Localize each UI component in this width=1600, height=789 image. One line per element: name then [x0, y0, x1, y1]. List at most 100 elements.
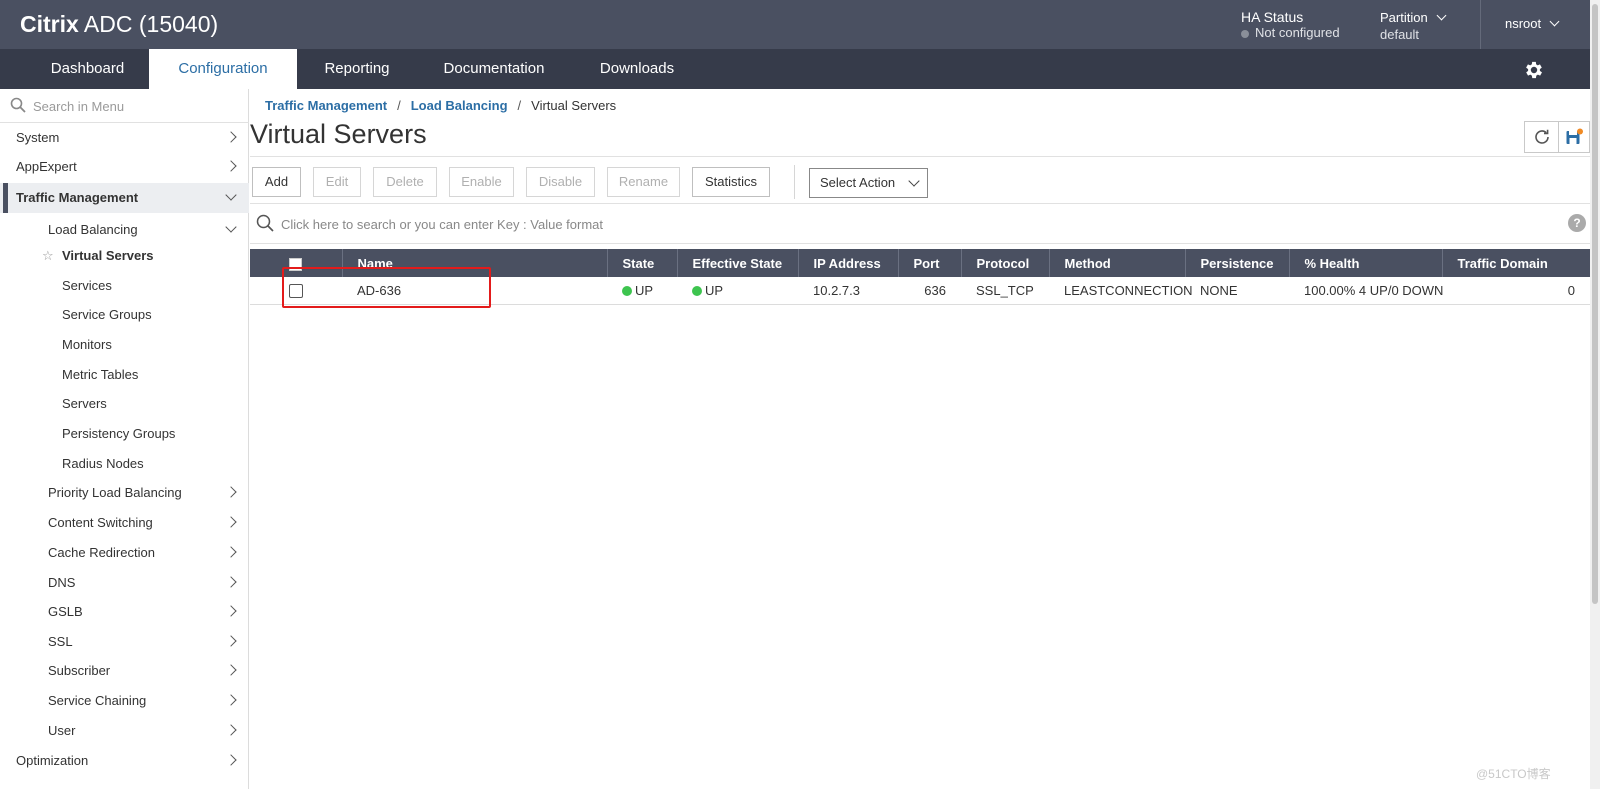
sidebar-item-appexpert[interactable]: AppExpert — [0, 152, 249, 182]
column-header-health[interactable]: % Health — [1289, 249, 1443, 277]
status-up-icon — [692, 285, 702, 296]
chevron-right-icon — [225, 516, 237, 528]
sidebar-item-persistency-groups[interactable]: Persistency Groups — [0, 419, 249, 449]
cell-effective-state: UP — [677, 277, 798, 305]
edit-button[interactable]: Edit — [313, 167, 361, 197]
sidebar-item-subscriber[interactable]: Subscriber — [0, 656, 249, 686]
sidebar-item-service-groups[interactable]: Service Groups — [0, 300, 249, 330]
cell-port: 636 — [898, 277, 961, 305]
chevron-down-icon — [225, 189, 237, 201]
cell-state: UP — [607, 277, 677, 305]
tab-downloads[interactable]: Downloads — [571, 49, 703, 89]
app-title: Citrix ADC (15040) — [20, 11, 219, 37]
sidebar-item-radius-nodes[interactable]: Radius Nodes — [0, 449, 249, 479]
virtual-servers-table: Name State Effective State IP Address Po… — [250, 249, 1590, 305]
scrollbar-thumb[interactable] — [1592, 4, 1598, 604]
chevron-right-icon — [225, 131, 237, 143]
sidebar-item-system[interactable]: System — [0, 123, 249, 153]
chevron-right-icon — [225, 605, 237, 617]
delete-button[interactable]: Delete — [373, 167, 437, 197]
column-header-ip-address[interactable]: IP Address — [798, 249, 899, 277]
select-all-checkbox[interactable] — [289, 257, 303, 271]
sidebar-item-service-chaining[interactable]: Service Chaining — [0, 686, 249, 716]
disable-button[interactable]: Disable — [526, 167, 595, 197]
refresh-icon[interactable] — [1533, 128, 1551, 146]
select-action-dropdown[interactable]: Select Action — [809, 168, 928, 198]
sidebar-item-priority-load-balancing[interactable]: Priority Load Balancing — [0, 478, 249, 508]
help-icon[interactable]: ? — [1568, 214, 1586, 232]
sidebar-item-gslb[interactable]: GSLB — [0, 597, 249, 627]
search-icon — [256, 214, 274, 232]
sidebar-item-optimization[interactable]: Optimization — [0, 746, 249, 776]
status-up-icon — [622, 285, 632, 296]
chevron-right-icon — [225, 635, 237, 647]
tab-configuration[interactable]: Configuration — [149, 49, 297, 89]
user-name: nsroot — [1505, 16, 1542, 31]
sidebar-item-services[interactable]: Services — [0, 271, 249, 301]
ha-status: HA Status Not configured — [1241, 9, 1340, 41]
column-header-protocol[interactable]: Protocol — [961, 249, 1050, 277]
tab-documentation[interactable]: Documentation — [417, 49, 571, 89]
gear-icon[interactable] — [1523, 59, 1545, 81]
main-nav: Dashboard Configuration Reporting Docume… — [0, 49, 1590, 89]
sidebar-item-ssl[interactable]: SSL — [0, 627, 249, 657]
ha-status-value: Not configured — [1255, 25, 1340, 40]
chevron-right-icon — [225, 724, 237, 736]
sidebar-item-monitors[interactable]: Monitors — [0, 330, 249, 360]
cell-method: LEASTCONNECTION — [1049, 277, 1193, 305]
star-icon[interactable]: ☆ — [42, 248, 54, 264]
table-search-placeholder: Click here to search or you can enter Ke… — [281, 217, 604, 232]
breadcrumb: Traffic Management / Load Balancing / Virtua… — [265, 98, 617, 113]
statistics-button[interactable]: Statistics — [692, 167, 770, 197]
sidebar-item-cache-redirection[interactable]: Cache Redirection — [0, 538, 249, 568]
watermark: @51CTO博客 — [1476, 767, 1551, 781]
user-menu[interactable]: nsroot — [1505, 16, 1560, 31]
column-header-name[interactable]: Name — [342, 249, 608, 277]
column-header-method[interactable]: Method — [1049, 249, 1186, 277]
sidebar-item-content-switching[interactable]: Content Switching — [0, 508, 249, 538]
row-checkbox[interactable] — [289, 284, 303, 299]
chevron-right-icon — [225, 160, 237, 172]
column-header-state[interactable]: State — [607, 249, 678, 277]
cell-health: 100.00% 4 UP/0 DOWN — [1289, 277, 1443, 305]
toolbar: Add Edit Delete Enable Disable Rename St… — [250, 156, 1590, 204]
cell-name: AD-636 — [342, 277, 607, 305]
active-indicator — [3, 183, 8, 213]
tab-reporting[interactable]: Reporting — [297, 49, 417, 89]
cell-protocol: SSL_TCP — [961, 277, 1049, 305]
table-row[interactable]: AD-636 UP UP 10.2.7.3 636 SSL_TCP LEASTC… — [250, 277, 1590, 305]
column-header-persistence[interactable]: Persistence — [1185, 249, 1290, 277]
sidebar-item-traffic-management[interactable]: Traffic Management — [0, 183, 249, 213]
sidebar-item-virtual-servers[interactable]: ☆ Virtual Servers — [0, 241, 249, 271]
ha-status-title: HA Status — [1241, 9, 1304, 25]
breadcrumb-load-balancing[interactable]: Load Balancing — [411, 98, 508, 113]
add-button[interactable]: Add — [252, 167, 301, 197]
select-all-checkbox-cell — [250, 249, 343, 277]
cell-traffic-domain: 0 — [1442, 277, 1590, 305]
partition-value: default — [1380, 27, 1420, 42]
cell-ip-address: 10.2.7.3 — [798, 277, 898, 305]
search-icon — [10, 97, 26, 113]
column-header-traffic-domain[interactable]: Traffic Domain — [1442, 249, 1590, 277]
column-header-effective-state[interactable]: Effective State — [677, 249, 799, 277]
menu-search[interactable]: Search in Menu — [0, 89, 249, 123]
enable-button[interactable]: Enable — [449, 167, 514, 197]
breadcrumb-traffic-management[interactable]: Traffic Management — [265, 98, 387, 113]
sidebar-item-user[interactable]: User — [0, 716, 249, 746]
main-content: Traffic Management / Load Balancing / Virtua… — [250, 89, 1590, 789]
page-scrollbar[interactable] — [1590, 0, 1600, 789]
rename-button[interactable]: Rename — [607, 167, 680, 197]
sidebar-item-dns[interactable]: DNS — [0, 568, 249, 598]
partition-dropdown[interactable]: Partition default — [1380, 10, 1447, 44]
chevron-right-icon — [225, 546, 237, 558]
save-config-icon[interactable] — [1565, 128, 1583, 146]
chevron-right-icon — [225, 486, 237, 498]
menu-search-placeholder: Search in Menu — [33, 99, 125, 114]
column-header-port[interactable]: Port — [898, 249, 962, 277]
chevron-right-icon — [225, 694, 237, 706]
chevron-right-icon — [225, 576, 237, 588]
sidebar-item-metric-tables[interactable]: Metric Tables — [0, 360, 249, 390]
table-search[interactable]: Click here to search or you can enter Ke… — [250, 204, 1590, 244]
sidebar-item-servers[interactable]: Servers — [0, 389, 249, 419]
tab-dashboard[interactable]: Dashboard — [26, 49, 149, 89]
